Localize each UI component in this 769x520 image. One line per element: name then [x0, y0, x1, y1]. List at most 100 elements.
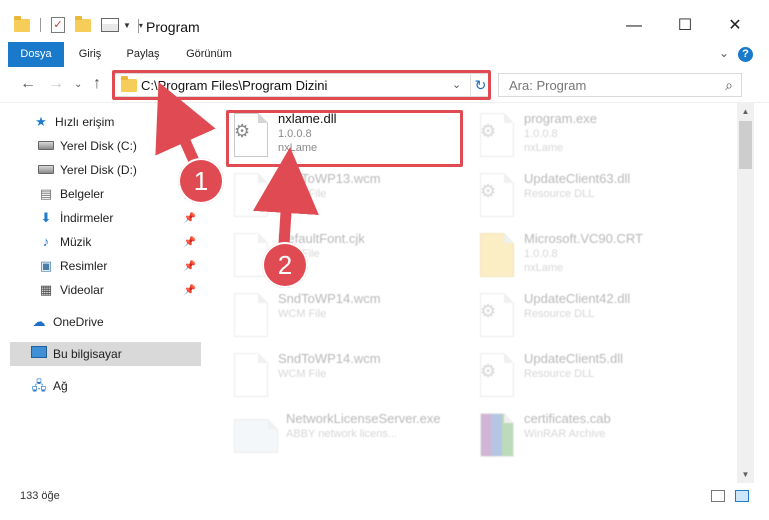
- file-name: SndToWP13.wcm: [278, 171, 381, 186]
- file-item[interactable]: NetworkLicenseServer.exe ABBY network li…: [228, 409, 474, 465]
- gear-icon: ⚙: [480, 301, 497, 321]
- view-properties-icon[interactable]: [101, 18, 119, 32]
- properties-check-icon[interactable]: ✓: [51, 17, 65, 33]
- new-folder-icon[interactable]: [75, 15, 91, 32]
- file-type: WCM File: [278, 368, 327, 380]
- sidebar-item-music[interactable]: ♪ Müzik 📌: [38, 230, 200, 254]
- pin-icon[interactable]: 📌: [184, 213, 196, 224]
- drive-icon: [38, 141, 54, 150]
- status-bar: 133 öğe: [0, 485, 769, 507]
- file-item[interactable]: ⚙ UpdateClient5.dll Resource DLL: [474, 349, 714, 405]
- file-item[interactable]: SndToWP14.wcm WCM File: [228, 349, 468, 405]
- title-bar: ✓ ▼ ▾ Program — ☐ ✕: [0, 0, 769, 42]
- sidebar-item-local-disk-c[interactable]: Yerel Disk (C:): [38, 134, 238, 158]
- file-item[interactable]: ⚙ UpdateClient63.dll Resource DLL: [474, 169, 714, 225]
- forward-button[interactable]: →: [48, 75, 64, 93]
- help-icon[interactable]: ?: [738, 47, 753, 62]
- folder-icon: [121, 76, 137, 92]
- sidebar-item-label: Yerel Disk (D:): [60, 163, 137, 177]
- sidebar-item-quick-access[interactable]: ★ Hızlı erişim: [33, 110, 233, 134]
- search-icon[interactable]: ⌕: [725, 77, 733, 94]
- file-name: UpdateClient5.dll: [524, 351, 624, 366]
- film-icon: ▦: [39, 282, 53, 297]
- file-name: Microsoft.VC90.CRT: [524, 231, 643, 246]
- file-thumbnail: [234, 293, 268, 337]
- file-item[interactable]: certificates.cab WinRAR Archive: [474, 409, 714, 465]
- file-type: Resource DLL: [524, 368, 595, 380]
- file-company: nxLame: [524, 142, 564, 154]
- file-item[interactable]: ⚙ program.exe 1.0.0.8 nxLame: [474, 109, 714, 165]
- back-button[interactable]: ←: [20, 75, 36, 93]
- sidebar-item-downloads[interactable]: ⬇ İndirmeler 📌: [38, 206, 200, 230]
- file-name: program.exe: [524, 111, 597, 126]
- customize-toolbar-icon[interactable]: ▾: [139, 21, 143, 30]
- details-view-icon[interactable]: [711, 490, 725, 502]
- sidebar-item-pictures[interactable]: ▣ Resimler 📌: [38, 254, 200, 278]
- file-name: NetworkLicenseServer.exe: [286, 411, 441, 426]
- ribbon-collapse-icon[interactable]: ⌄: [719, 46, 729, 60]
- sidebar-item-onedrive[interactable]: ☁ OneDrive: [31, 310, 231, 334]
- sidebar-item-label: Belgeler: [60, 187, 105, 201]
- sidebar-item-label: Ağ: [53, 379, 68, 393]
- file-name: certificates.cab: [524, 411, 611, 426]
- sidebar-item-label: Resimler: [60, 259, 108, 273]
- up-button[interactable]: ↑: [93, 75, 101, 93]
- file-item[interactable]: SndToWP13.wcm WCM File: [228, 169, 468, 225]
- sidebar-item-label: Hızlı erişim: [55, 115, 115, 129]
- file-name: UpdateClient42.dll: [524, 291, 631, 306]
- file-company: nxLame: [278, 142, 318, 154]
- vertical-scrollbar[interactable]: ▲ ▼: [737, 103, 754, 483]
- tab-view[interactable]: Görünüm: [178, 42, 240, 67]
- file-name: UpdateClient63.dll: [524, 171, 631, 186]
- sidebar-item-label: Videolar: [60, 283, 104, 297]
- gear-icon: ⚙: [480, 181, 497, 201]
- file-item[interactable]: SndToWP14.wcm WCM File: [228, 289, 468, 345]
- chevron-down-icon[interactable]: ▼: [123, 21, 131, 30]
- pin-icon[interactable]: 📌: [184, 285, 196, 296]
- file-company: nxLame: [524, 262, 564, 274]
- folder-thumbnail: [480, 233, 514, 277]
- gear-icon: ⚙: [234, 121, 251, 141]
- sidebar-item-label: OneDrive: [53, 315, 104, 329]
- sidebar-item-videos[interactable]: ▦ Videolar 📌: [38, 278, 200, 302]
- window-title: Program: [146, 19, 200, 35]
- sidebar-item-documents[interactable]: ▤ Belgeler 📌: [38, 182, 200, 206]
- address-bar[interactable]: C:\Program Files\Program Dizini ⌄ ↻: [114, 73, 491, 97]
- file-item[interactable]: ⚙ UpdateClient42.dll Resource DLL: [474, 289, 714, 345]
- tab-share[interactable]: Paylaş: [118, 42, 168, 67]
- cloud-icon: ☁: [32, 314, 46, 329]
- file-list: ⚙ nxlame.dll 1.0.0.8 nxLame ⚙ program.ex…: [210, 103, 737, 483]
- file-item-nxlame-dll[interactable]: ⚙ nxlame.dll 1.0.0.8 nxLame: [228, 109, 468, 165]
- scroll-thumb[interactable]: [739, 121, 752, 169]
- download-icon: ⬇: [40, 210, 52, 225]
- file-type: WCM File: [278, 308, 327, 320]
- sidebar-item-network[interactable]: 🖧 Ağ: [31, 374, 231, 398]
- pin-icon[interactable]: 📌: [184, 261, 196, 272]
- refresh-button[interactable]: ↻: [470, 74, 490, 96]
- address-dropdown-button[interactable]: ⌄: [452, 78, 461, 91]
- address-path[interactable]: C:\Program Files\Program Dizini: [141, 78, 327, 93]
- maximize-button[interactable]: ☐: [662, 10, 708, 42]
- file-type: Resource DLL: [524, 308, 595, 320]
- archive-icon: [480, 413, 514, 457]
- minimize-button[interactable]: —: [611, 10, 657, 42]
- close-button[interactable]: ✕: [712, 10, 758, 42]
- document-icon: ▤: [39, 186, 53, 201]
- navigation-pane: ★ Hızlı erişim Yerel Disk (C:) Yerel Dis…: [0, 103, 208, 483]
- address-row: ← → ⌄ ↑ C:\Program Files\Program Dizini …: [0, 67, 769, 103]
- recent-locations-button[interactable]: ⌄: [74, 79, 82, 90]
- folder-icon: [14, 15, 30, 32]
- search-input[interactable]: Ara: Program ⌕: [498, 73, 742, 97]
- tab-home[interactable]: Giriş: [70, 42, 110, 67]
- scroll-up-icon[interactable]: ▲: [737, 103, 754, 120]
- ribbon-tabs: Dosya Giriş Paylaş Görünüm ⌄: [0, 42, 769, 98]
- divider: [138, 19, 139, 33]
- scroll-down-icon[interactable]: ▼: [737, 466, 754, 483]
- sidebar-item-this-pc[interactable]: Bu bilgisayar: [10, 342, 201, 366]
- pin-icon[interactable]: 📌: [184, 237, 196, 248]
- file-item[interactable]: Microsoft.VC90.CRT 1.0.0.8 nxLame: [474, 229, 714, 285]
- file-name: nxlame.dll: [278, 111, 337, 126]
- large-icons-view-icon[interactable]: [735, 490, 749, 502]
- music-icon: ♪: [42, 234, 50, 249]
- sidebar-item-label: Müzik: [60, 235, 92, 249]
